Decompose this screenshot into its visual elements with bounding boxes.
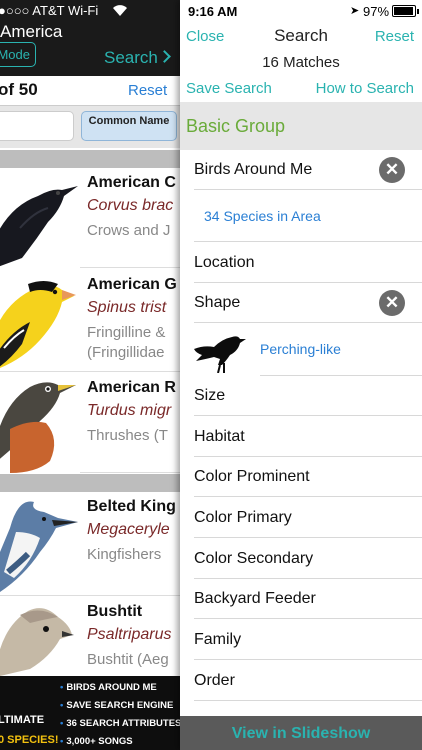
species-name: Belted King <box>87 498 176 515</box>
attribute-color-secondary[interactable]: Color Secondary <box>180 538 422 579</box>
attribute-backyard-feeder[interactable]: Backyard Feeder <box>180 579 422 619</box>
status-time: 9:16 AM <box>188 4 238 19</box>
section-separator <box>0 150 180 168</box>
banner-headline: LTIMATE <box>0 714 45 726</box>
species-count: of 50 <box>0 80 38 99</box>
kingfisher-image <box>0 492 80 592</box>
species-name: American R <box>87 379 176 396</box>
slideshow-bar[interactable]: View in Slideshow <box>180 716 422 750</box>
attribute-habitat[interactable]: Habitat <box>180 416 422 457</box>
attribute-order[interactable]: Order <box>180 660 422 701</box>
goldfinch-image <box>0 270 80 370</box>
attribute-label: Location <box>194 254 255 271</box>
species-scientific-name: Megaceryle <box>87 521 170 538</box>
carrier-label: ●○○○ AT&T Wi-Fi <box>0 3 99 18</box>
attribute-location[interactable]: Location <box>180 242 422 283</box>
count-bar: of 50 Reset <box>0 76 180 106</box>
perching-bird-silhouette-icon <box>192 327 248 378</box>
attribute-label: Family <box>194 631 242 648</box>
group-header: Basic Group <box>180 102 422 150</box>
attribute-value: Perching-like <box>260 341 341 357</box>
species-scientific-name: Psaltriparus <box>87 626 172 643</box>
attribute-birds-around-me[interactable]: Birds Around Me ✕ <box>180 150 422 190</box>
attribute-value: 34 Species in Area <box>204 208 321 224</box>
attribute-label: Color Secondary <box>194 550 314 567</box>
filter-bar: Common Name <box>0 106 180 148</box>
bushtit-image <box>0 597 80 677</box>
species-name: Bushtit <box>87 603 143 620</box>
attribute-label: Backyard Feeder <box>194 590 316 607</box>
background-species-list: ●○○○ AT&T Wi-Fi America Mode Search of 5… <box>0 0 180 750</box>
species-row[interactable]: American C Corvus brac Crows and J <box>0 168 180 268</box>
attribute-size[interactable]: Size <box>180 376 422 416</box>
background-title: America <box>0 22 63 41</box>
view-slideshow-button[interactable]: View in Slideshow <box>180 725 422 743</box>
search-button[interactable]: Search <box>104 48 171 68</box>
location-arrow-icon: ➤ <box>350 5 360 17</box>
screen: ●○○○ AT&T Wi-Fi America Mode Search of 5… <box>0 0 422 750</box>
attribute-value-shape[interactable]: Perching-like <box>180 323 422 376</box>
crow-image <box>0 168 80 268</box>
attribute-value-species-in-area[interactable]: 34 Species in Area <box>180 190 422 242</box>
group-title: Basic Group <box>186 116 286 136</box>
wifi-icon <box>112 4 128 20</box>
search-button-label: Search <box>104 48 158 67</box>
species-family: Thrushes (T <box>87 427 168 444</box>
species-family: Crows and J <box>87 222 171 239</box>
robin-image <box>0 373 80 473</box>
attribute-shape[interactable]: Shape ✕ <box>180 283 422 323</box>
attribute-label: Shape <box>194 294 241 311</box>
match-count: 16 Matches <box>262 54 340 71</box>
attribute-label: Habitat <box>194 428 245 445</box>
species-row[interactable]: American G Spinus trist Fringilline & (F… <box>0 270 180 372</box>
attribute-color-prominent[interactable]: Color Prominent <box>180 457 422 497</box>
battery-icon <box>392 5 419 17</box>
save-search-button[interactable]: Save Search <box>186 80 272 97</box>
banner-feature: BIRDS AROUND ME <box>60 682 156 693</box>
species-name: American C <box>87 174 176 191</box>
clear-icon[interactable]: ✕ <box>379 157 405 183</box>
filter-search-field[interactable] <box>0 111 74 141</box>
attribute-label: Color Prominent <box>194 468 310 485</box>
common-name-toggle[interactable]: Common Name <box>81 111 177 141</box>
section-separator <box>0 474 180 492</box>
background-status-bar: ●○○○ AT&T Wi-Fi <box>0 0 180 22</box>
banner-species: 0 SPECIES! <box>0 734 59 746</box>
species-name: American G <box>87 276 177 293</box>
species-scientific-name: Turdus migr <box>87 402 172 419</box>
species-row[interactable]: Bushtit Psaltriparus Bushtit (Aeg <box>0 597 180 677</box>
species-family-line: Fringilline & <box>87 324 166 341</box>
reset-button[interactable]: Reset <box>375 28 414 45</box>
species-family: Fringilline & (Fringillidae <box>87 323 165 363</box>
promo-banner[interactable]: BIRDS AROUND ME SAVE SEARCH ENGINE 36 SE… <box>0 676 180 750</box>
background-nav-bar: America Mode Search <box>0 22 180 76</box>
species-row[interactable]: Belted King Megaceryle Kingfishers <box>0 492 180 596</box>
species-family: Kingfishers <box>87 546 162 563</box>
list-reset-button[interactable]: Reset <box>128 82 167 99</box>
species-family-line-2: (Fringillidae <box>87 344 165 361</box>
search-header: Close Search Reset 16 Matches Save Searc… <box>180 22 422 102</box>
battery-percent: 97% <box>363 4 390 19</box>
attribute-color-primary[interactable]: Color Primary <box>180 497 422 538</box>
species-scientific-name: Corvus brac <box>87 197 174 214</box>
mode-button[interactable]: Mode <box>0 42 36 67</box>
species-scientific-name: Spinus trist <box>87 299 167 316</box>
attribute-label: Color Primary <box>194 509 292 526</box>
chevron-right-icon <box>158 50 171 63</box>
attribute-label: Order <box>194 672 235 689</box>
banner-feature: SAVE SEARCH ENGINE <box>60 700 173 711</box>
species-family: Bushtit (Aeg <box>87 651 169 668</box>
row-divider <box>194 700 422 701</box>
species-row[interactable]: American R Turdus migr Thrushes (T <box>0 373 180 473</box>
attribute-label: Size <box>194 387 226 404</box>
attribute-label: Birds Around Me <box>194 161 313 178</box>
search-panel: 9:16 AM ➤ 97% Close Search Reset 16 Matc… <box>180 0 422 750</box>
clear-icon[interactable]: ✕ <box>379 290 405 316</box>
attribute-family[interactable]: Family <box>180 619 422 660</box>
banner-feature: 3,000+ SONGS <box>60 736 132 747</box>
status-bar: 9:16 AM ➤ 97% <box>180 0 422 22</box>
how-to-search-button[interactable]: How to Search <box>316 80 414 97</box>
banner-feature: 36 SEARCH ATTRIBUTES <box>60 718 180 729</box>
